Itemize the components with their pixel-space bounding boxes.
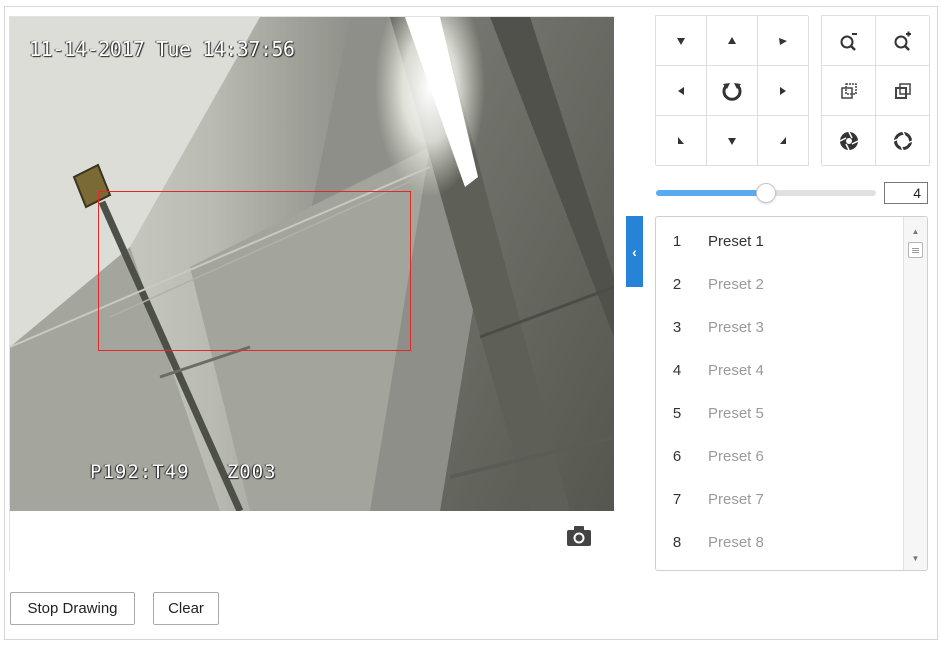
arrow-down-left-icon[interactable] (656, 116, 707, 166)
preset-label: Preset 5 (708, 405, 764, 422)
arrow-up-left-icon[interactable] (656, 16, 707, 66)
preset-list-scrollbar[interactable]: ▲ ▼ (903, 217, 927, 570)
clear-button[interactable]: Clear (153, 592, 219, 625)
scroll-down-icon[interactable]: ▼ (904, 550, 927, 566)
preset-item[interactable]: 8 Preset 8 (656, 521, 902, 564)
osd-ptz-position: P192:T49 Z003 (90, 461, 277, 483)
focus-near-icon[interactable] (822, 66, 876, 116)
preset-label: Preset 1 (708, 233, 764, 250)
zoom-in-icon[interactable] (876, 16, 930, 66)
chevron-left-icon[interactable]: ‹ (626, 216, 643, 287)
preset-label: Preset 4 (708, 362, 764, 379)
ptz-direction-pad (655, 15, 809, 166)
zoom-out-icon[interactable] (822, 16, 876, 66)
video-toolbar (10, 511, 614, 571)
scrollbar-thumb[interactable] (908, 242, 923, 258)
slider-fill (656, 190, 766, 196)
live-video[interactable]: 11-14-2017 Tue 14:37:56 P192:T49 Z003 (10, 17, 614, 511)
preset-number: 5 (672, 405, 682, 422)
preset-label: Preset 6 (708, 448, 764, 465)
arrow-down-right-icon[interactable] (758, 116, 809, 166)
arrow-left-icon[interactable] (656, 66, 707, 116)
preset-label: Preset 3 (708, 319, 764, 336)
preset-item[interactable]: 7 Preset 7 (656, 478, 902, 521)
arrow-down-icon[interactable] (707, 116, 758, 166)
ptz-speed-slider[interactable] (656, 183, 876, 203)
preset-label: Preset 7 (708, 491, 764, 508)
preset-number: 3 (672, 319, 682, 336)
preset-number: 2 (672, 276, 682, 293)
preset-number: 7 (672, 491, 682, 508)
preset-label: Preset 2 (708, 276, 764, 293)
preset-item[interactable]: 1 Preset 1 (656, 220, 902, 263)
preset-item[interactable]: 3 Preset 3 (656, 306, 902, 349)
auto-rotate-icon[interactable] (707, 66, 758, 116)
iris-close-icon[interactable] (822, 116, 876, 166)
preset-item[interactable]: 4 Preset 4 (656, 349, 902, 392)
preset-item[interactable]: 5 Preset 5 (656, 392, 902, 435)
preset-number: 4 (672, 362, 682, 379)
preset-number: 1 (672, 233, 682, 250)
lens-control-pad (821, 15, 930, 166)
focus-far-icon[interactable] (876, 66, 930, 116)
preset-item[interactable]: 6 Preset 6 (656, 435, 902, 478)
scroll-up-icon[interactable]: ▲ (904, 223, 927, 239)
preset-list: 1 Preset 1 2 Preset 2 3 Preset 3 4 Preset 4 5 Pre… (655, 216, 928, 571)
video-panel: 11-14-2017 Tue 14:37:56 P192:T49 Z003 (9, 16, 614, 571)
arrow-right-icon[interactable] (758, 66, 809, 116)
stop-drawing-button[interactable]: Stop Drawing (10, 592, 135, 625)
preset-item[interactable]: 2 Preset 2 (656, 263, 902, 306)
camera-icon[interactable] (566, 525, 592, 547)
preset-number: 8 (672, 534, 682, 551)
osd-datetime: 11-14-2017 Tue 14:37:56 (29, 37, 295, 61)
slider-thumb[interactable] (756, 183, 776, 203)
preset-number: 6 (672, 448, 682, 465)
arrow-up-right-icon[interactable] (758, 16, 809, 66)
drawn-region-rectangle[interactable] (98, 191, 411, 351)
preset-label: Preset 8 (708, 534, 764, 551)
ptz-speed-value[interactable]: 4 (884, 182, 928, 204)
iris-open-icon[interactable] (876, 116, 930, 166)
arrow-up-icon[interactable] (707, 16, 758, 66)
